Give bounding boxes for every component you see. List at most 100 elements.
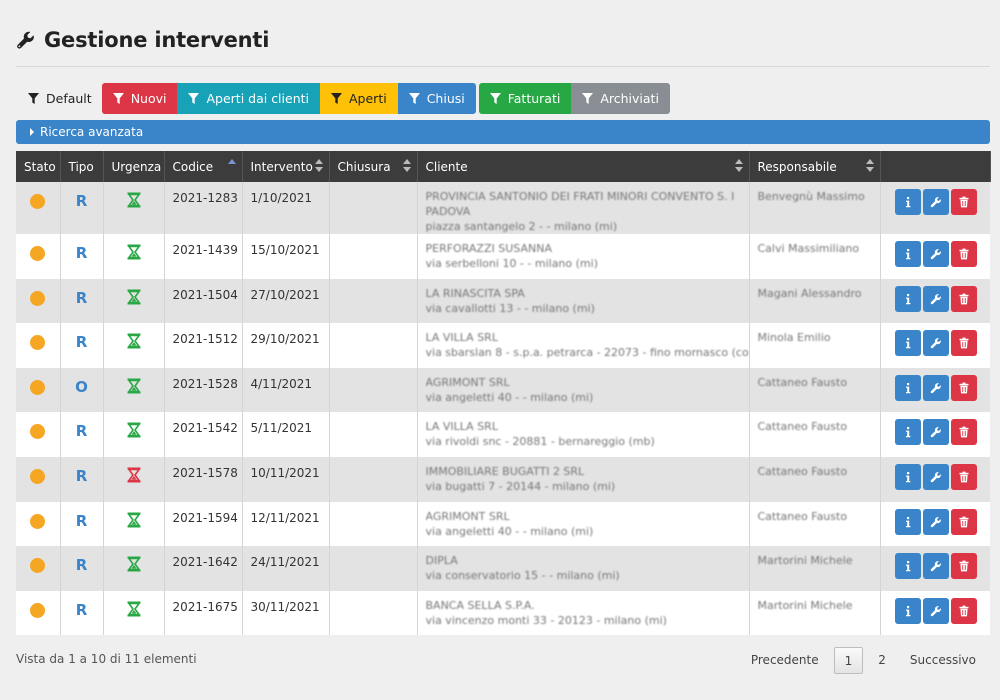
- wrench-icon: [930, 605, 941, 617]
- edit-button[interactable]: [922, 189, 949, 215]
- edit-button[interactable]: [922, 553, 949, 580]
- title-divider: [16, 66, 990, 67]
- table-info: Vista da 1 a 10 di 11 elementi: [16, 652, 197, 666]
- col-responsabile[interactable]: Responsabile: [749, 151, 881, 182]
- interventions-table: Stato Tipo Urgenza Codice Intervento Chi…: [16, 151, 991, 636]
- cell-tipo: R: [60, 501, 104, 547]
- col-urgenza[interactable]: Urgenza: [103, 151, 165, 182]
- sort-asc-icon: [227, 159, 236, 173]
- table-row[interactable]: R 2021-1439 15/10/2021 PERFORAZZI SUSANNA vi…: [16, 234, 990, 279]
- info-icon: [905, 293, 910, 304]
- table-row[interactable]: R 2021-1578 10/11/2021 IMMOBILIARE BUGATTI …: [16, 456, 990, 502]
- cell-responsabile: Cattaneo Fausto: [749, 501, 881, 547]
- edit-button[interactable]: [922, 374, 949, 401]
- table-row[interactable]: R 2021-1642 24/11/2021 DIPLA via conservator…: [16, 546, 990, 591]
- info-button[interactable]: [894, 330, 921, 357]
- trash-icon: [959, 560, 968, 572]
- edit-button[interactable]: [922, 597, 949, 624]
- filter-aperti-clienti-button[interactable]: Aperti dai clienti: [177, 83, 320, 114]
- cell-urgenza: [103, 456, 165, 502]
- pagination-prev[interactable]: Precedente: [739, 647, 831, 674]
- edit-button[interactable]: [922, 463, 949, 490]
- hourglass-icon: [126, 333, 141, 349]
- cell-stato: [16, 590, 61, 636]
- delete-button[interactable]: [950, 374, 977, 401]
- cell-tipo: R: [60, 456, 104, 502]
- cell-tipo: R: [60, 234, 104, 279]
- cell-actions: [880, 591, 990, 636]
- cell-urgenza: [103, 182, 165, 234]
- pagination-next[interactable]: Successivo: [898, 647, 988, 674]
- table-row[interactable]: R 2021-1675 30/11/2021 BANCA SELLA S.P.A. vi…: [16, 590, 990, 636]
- cell-intervento: 10/11/2021: [242, 456, 330, 502]
- cell-chiusura: [329, 323, 418, 368]
- cell-chiusura: [329, 590, 418, 636]
- trash-icon: [959, 337, 968, 349]
- cliente-address: via rivoldi snc - 20881 - bernareggio (m…: [425, 435, 655, 449]
- edit-button[interactable]: [922, 330, 949, 357]
- table-row[interactable]: R 2021-1542 5/11/2021 LA VILLA SRL via rivol…: [16, 412, 990, 457]
- table-row[interactable]: R 2021-1512 29/10/2021 LA VILLA SRL via sbar…: [16, 323, 990, 368]
- info-button[interactable]: [894, 419, 921, 446]
- info-button[interactable]: [894, 374, 921, 401]
- cell-actions: [880, 546, 990, 591]
- delete-button[interactable]: [950, 241, 977, 267]
- trash-icon: [959, 516, 968, 527]
- filter-nuovi-button[interactable]: Nuovi: [101, 83, 178, 114]
- col-intervento[interactable]: Intervento: [242, 151, 330, 182]
- info-button[interactable]: [894, 241, 921, 267]
- col-tipo[interactable]: Tipo: [60, 151, 104, 182]
- info-button[interactable]: [894, 463, 921, 490]
- col-cliente[interactable]: Cliente: [417, 151, 750, 182]
- delete-button[interactable]: [950, 330, 977, 357]
- responsabile-name: Cattaneo Fausto: [757, 375, 848, 389]
- cliente-name: AGRIMONT SRL: [425, 375, 510, 389]
- info-button[interactable]: [894, 508, 921, 535]
- edit-button[interactable]: [922, 285, 949, 312]
- filter-chiusi-button[interactable]: Chiusi: [397, 83, 476, 114]
- status-dot: [30, 379, 45, 395]
- table-row[interactable]: R 2021-1594 12/11/2021 AGRIMONT SRL via ange…: [16, 501, 990, 547]
- col-chiusura[interactable]: Chiusura: [329, 151, 418, 182]
- filter-icon: [28, 93, 39, 104]
- filter-fatturati-button[interactable]: Fatturati: [478, 83, 572, 114]
- cell-cliente: IMMOBILIARE BUGATTI 2 SRL via bugatti 7 -…: [417, 456, 750, 502]
- cliente-name: PERFORAZZI SUSANNA: [425, 242, 552, 255]
- advanced-search-toggle[interactable]: Ricerca avanzata: [16, 120, 990, 144]
- col-urgenza-label: Urgenza: [111, 159, 162, 174]
- delete-button[interactable]: [950, 285, 977, 312]
- edit-button[interactable]: [922, 241, 949, 267]
- edit-button[interactable]: [922, 419, 949, 446]
- delete-button[interactable]: [950, 508, 977, 535]
- delete-button[interactable]: [950, 553, 977, 580]
- filter-aperti-button[interactable]: Aperti: [320, 83, 398, 114]
- info-button[interactable]: [894, 597, 921, 624]
- responsabile-name: Magani Alessandro: [757, 286, 862, 300]
- cliente-address: via serbelloni 10 - - milano (mi): [425, 257, 599, 270]
- delete-button[interactable]: [950, 419, 977, 446]
- table-row[interactable]: R 2021-1283 1/10/2021 PROVINCIA SANTONIO DE…: [16, 182, 990, 234]
- filter-default-button[interactable]: Default: [16, 83, 102, 114]
- col-stato[interactable]: Stato: [16, 151, 61, 182]
- pagination-page-2[interactable]: 2: [866, 647, 898, 674]
- wrench-icon: [930, 427, 941, 438]
- delete-button[interactable]: [950, 463, 977, 490]
- cell-stato: [16, 182, 61, 234]
- info-button[interactable]: [894, 189, 921, 215]
- cell-codice: 2021-1675: [164, 590, 243, 636]
- info-button[interactable]: [894, 285, 921, 312]
- responsabile-name: Minola Emilio: [757, 331, 831, 345]
- cliente-name: LA VILLA SRL: [425, 331, 498, 345]
- status-dot: [30, 290, 45, 306]
- col-codice[interactable]: Codice: [164, 151, 243, 182]
- table-row[interactable]: O 2021-1528 4/11/2021 AGRIMONT SRL via angel…: [16, 367, 990, 413]
- edit-button[interactable]: [922, 508, 949, 535]
- delete-button[interactable]: [950, 189, 977, 215]
- responsabile-name: Cattaneo Fausto: [757, 464, 848, 478]
- delete-button[interactable]: [950, 597, 977, 624]
- table-row[interactable]: R 2021-1504 27/10/2021 LA RINASCITA SPA via …: [16, 278, 990, 324]
- pagination-page-1[interactable]: 1: [833, 647, 864, 674]
- info-button[interactable]: [894, 553, 921, 580]
- filter-archiviati-button[interactable]: Archiviati: [571, 83, 670, 114]
- filter-archiviati-label: Archiviati: [600, 91, 659, 106]
